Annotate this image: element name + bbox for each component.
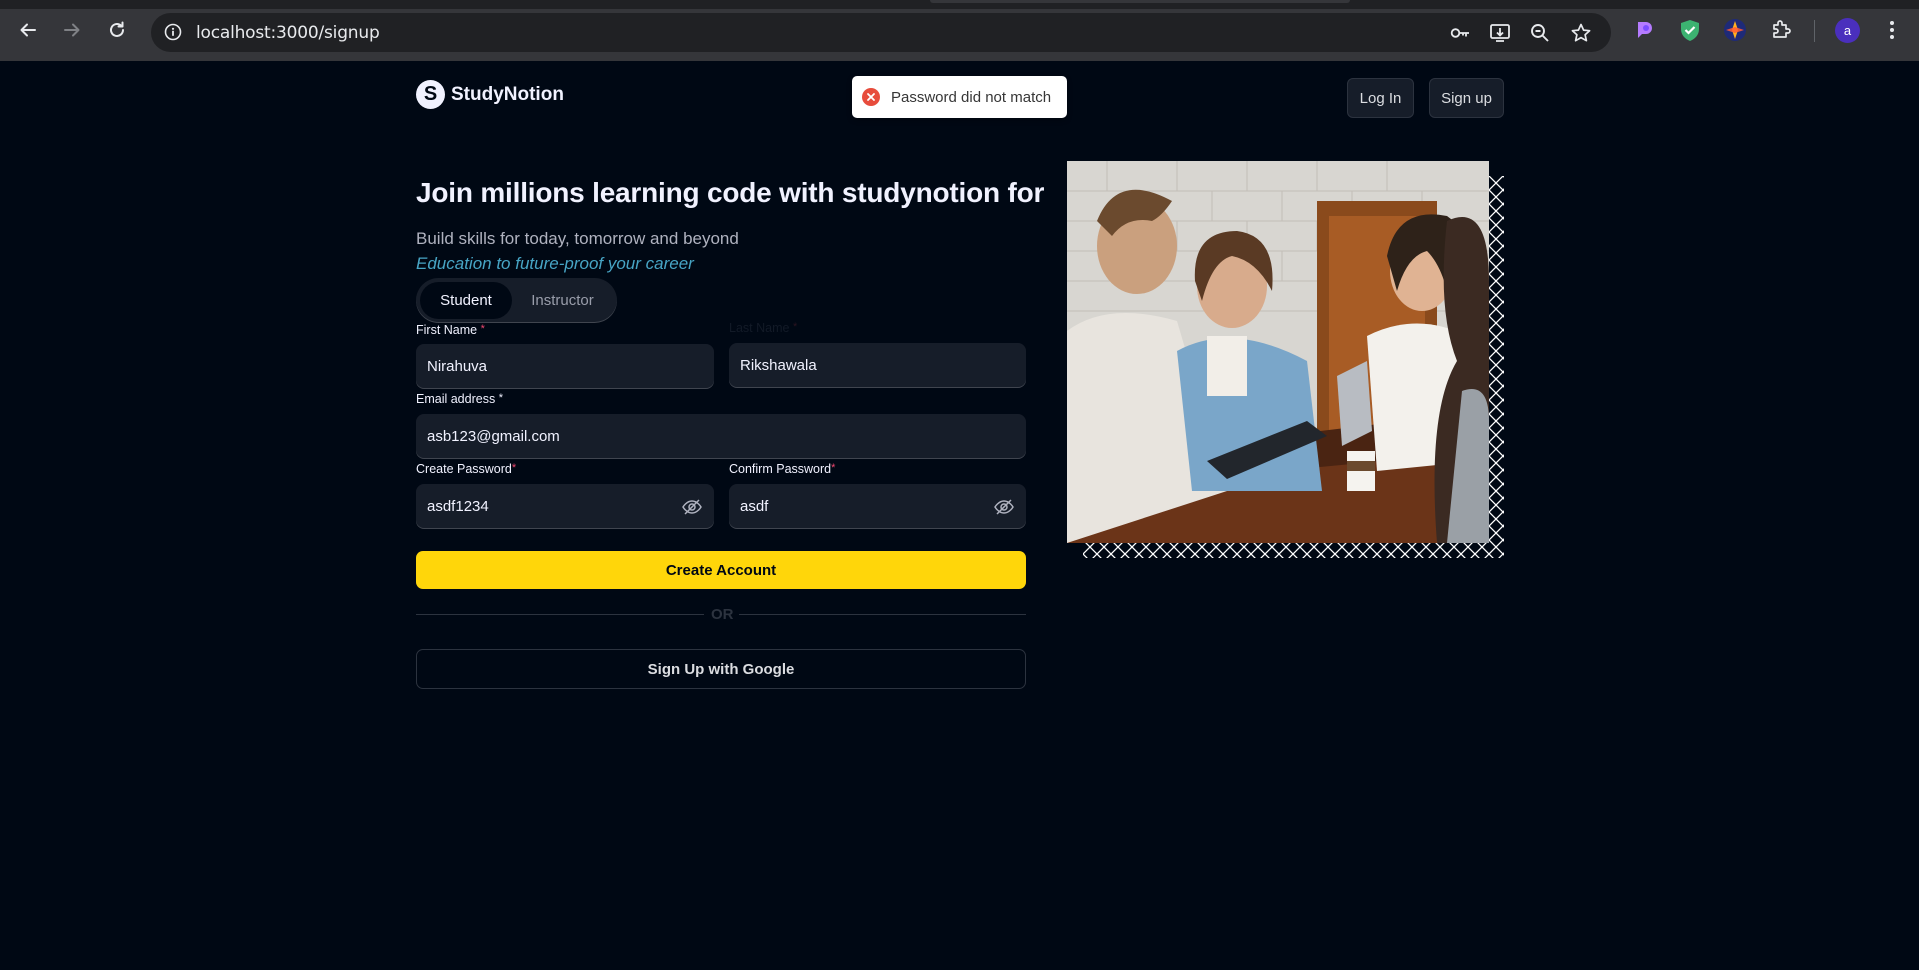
extension-purple-icon[interactable]: [1633, 18, 1657, 42]
page-subtitle: Build skills for today, tomorrow and bey…: [416, 229, 739, 248]
email-field[interactable]: asb123@gmail.com: [416, 414, 1026, 459]
shield-extension-icon[interactable]: [1678, 18, 1702, 42]
arrow-left-icon: [20, 23, 36, 37]
eye-off-icon[interactable]: [681, 496, 703, 518]
page-heading: Join millions learning code with studyno…: [416, 177, 1045, 208]
last-name-label-text: Last Name: [729, 321, 790, 335]
email-label: Email address *: [416, 392, 503, 406]
brand-name: StudyNotion: [451, 83, 564, 105]
reload-icon: [110, 21, 124, 37]
arrow-right-icon: [64, 23, 80, 37]
profile-avatar[interactable]: a: [1835, 18, 1860, 43]
address-bar[interactable]: localhost:3000/signup: [151, 13, 1611, 52]
toast-message: Password did not match: [891, 88, 1052, 106]
confirm-password-field[interactable]: asdf: [729, 484, 1026, 529]
zoom-icon[interactable]: [1529, 22, 1551, 44]
create-password-label-text: Create Password: [416, 462, 512, 476]
divider-line-right: [739, 614, 1026, 615]
required-marker: *: [792, 321, 798, 333]
last-name-field[interactable]: Rikshawala: [729, 343, 1026, 388]
confirm-password-value: asdf: [740, 498, 769, 515]
first-name-label-text: First Name: [416, 323, 478, 337]
error-x-icon: [862, 88, 880, 106]
email-value: asb123@gmail.com: [427, 428, 560, 445]
url-text[interactable]: localhost:3000/signup: [196, 23, 380, 43]
browser-toolbar: localhost:3000/signup a: [0, 0, 1919, 61]
account-type-toggle: Student Instructor: [416, 278, 617, 323]
compass-extension-icon[interactable]: [1723, 18, 1747, 42]
first-name-field[interactable]: Nirahuva: [416, 344, 714, 389]
create-password-label: Create Password*: [416, 462, 516, 476]
create-password-value: asdf1234: [427, 498, 489, 515]
required-marker: *: [511, 462, 517, 474]
email-label-text: Email address: [416, 392, 496, 406]
site-info-icon[interactable]: [163, 22, 183, 42]
required-marker: *: [480, 323, 485, 335]
tab-strip: [0, 0, 1919, 9]
create-account-button[interactable]: Create Account: [416, 551, 1026, 589]
reload-button[interactable]: [104, 17, 130, 43]
toolbar-divider: [1814, 20, 1815, 42]
confirm-password-label: Confirm Password*: [729, 462, 835, 476]
eye-off-icon[interactable]: [993, 496, 1015, 518]
required-marker: *: [831, 462, 836, 474]
error-toast: Password did not match: [852, 76, 1067, 118]
last-name-value: Rikshawala: [740, 357, 817, 374]
signup-page: S StudyNotion Password did not match Log…: [0, 61, 1919, 970]
bookmark-star-icon[interactable]: [1570, 22, 1592, 44]
logo-mark-icon: S: [416, 80, 445, 109]
create-password-field[interactable]: asdf1234: [416, 484, 714, 529]
extensions-puzzle-icon[interactable]: [1769, 18, 1793, 42]
students-studying-photo: [1067, 161, 1489, 543]
brand-logo[interactable]: S StudyNotion: [416, 80, 564, 109]
install-app-icon[interactable]: [1489, 22, 1511, 44]
divider-line-left: [416, 614, 704, 615]
divider-or-label: OR: [711, 606, 734, 623]
back-button[interactable]: [15, 17, 41, 43]
forward-button[interactable]: [59, 17, 85, 43]
active-tab-edge[interactable]: [930, 0, 1350, 3]
last-name-label: Last Name *: [729, 321, 797, 335]
signup-button[interactable]: Sign up: [1429, 78, 1504, 118]
confirm-password-label-text: Confirm Password: [729, 462, 832, 476]
page-tagline: Education to future-proof your career: [416, 254, 694, 273]
password-key-icon[interactable]: [1449, 22, 1471, 44]
first-name-label: First Name *: [416, 323, 485, 337]
login-button[interactable]: Log In: [1347, 78, 1414, 118]
tab-instructor[interactable]: Instructor: [512, 282, 613, 319]
tab-student[interactable]: Student: [420, 282, 512, 319]
required-marker: *: [498, 392, 503, 404]
first-name-value: Nirahuva: [427, 358, 488, 375]
more-menu-icon[interactable]: [1889, 20, 1895, 40]
google-signup-button[interactable]: Sign Up with Google: [416, 649, 1026, 689]
